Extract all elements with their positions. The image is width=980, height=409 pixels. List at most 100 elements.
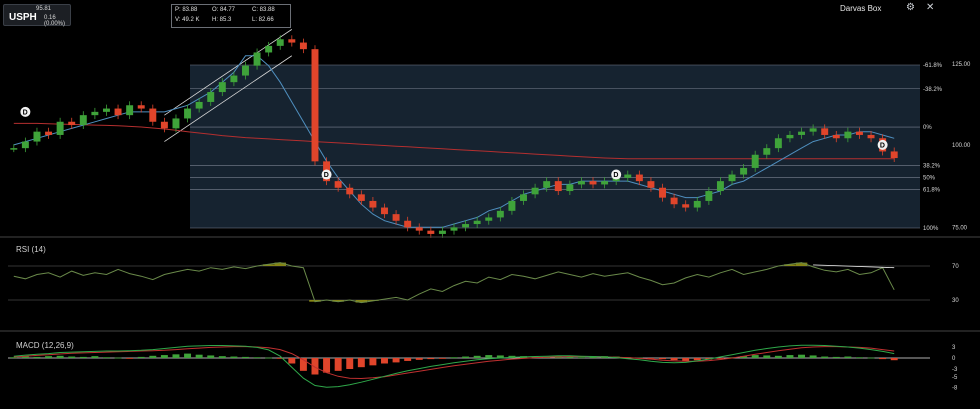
- candle-body: [381, 207, 388, 215]
- macd-histogram-bar: [253, 357, 261, 359]
- macd-histogram-bar: [334, 358, 342, 371]
- price-tick-label: 75.00: [952, 226, 968, 232]
- macd-tick-label: -8: [952, 385, 958, 391]
- macd-histogram-bar: [798, 354, 806, 358]
- rsi-pane: 70 30: [0, 262, 980, 332]
- candle-body: [357, 194, 365, 201]
- macd-histogram-bar: [786, 355, 794, 358]
- price-tick-label: 100.00: [952, 143, 971, 149]
- candle-body: [276, 39, 284, 46]
- chart-canvas: -61.8% -38.2% 0% 38.2% 50% 61.8% 100% 125.00 100…: [0, 29, 980, 391]
- macd-histogram-bar: [415, 358, 423, 360]
- candle-body: [589, 181, 597, 185]
- candle-body: [369, 200, 377, 208]
- candle-body: [218, 82, 226, 93]
- macd-tick-label: 0: [952, 356, 956, 362]
- macd-histogram-bar: [450, 357, 458, 359]
- macd-histogram-bar: [10, 357, 18, 359]
- candle-body: [543, 181, 551, 188]
- candle-body: [670, 197, 678, 205]
- candle-body: [647, 181, 655, 188]
- macd-histogram-bar: [659, 358, 666, 360]
- fib-level-label: 100%: [923, 226, 939, 232]
- macd-tick-label: -5: [952, 375, 958, 381]
- candle-body: [844, 131, 852, 139]
- candle-body: [786, 134, 794, 139]
- candle-body: [427, 230, 435, 234]
- candle-body: [172, 118, 180, 129]
- macd-tick-label: -3: [952, 367, 958, 373]
- macd-histogram-bar: [855, 357, 863, 359]
- macd-histogram-bar: [149, 355, 157, 358]
- candle-body: [821, 128, 829, 135]
- macd-histogram-bar: [91, 356, 99, 358]
- candle-body: [601, 181, 609, 185]
- candle-body: [809, 128, 817, 132]
- candle-body: [798, 131, 806, 135]
- candle-body: [855, 131, 863, 135]
- candle-body: [520, 194, 527, 201]
- macd-histogram-bar: [56, 355, 64, 358]
- rsi-tick-label: 30: [952, 298, 959, 304]
- candle-body: [137, 105, 145, 109]
- macd-histogram-bar: [867, 357, 875, 359]
- candle-body: [311, 49, 319, 162]
- macd-histogram-bar: [751, 355, 759, 358]
- candle-body: [392, 214, 400, 221]
- macd-histogram-bar: [809, 355, 817, 358]
- macd-histogram-bar: [45, 356, 53, 358]
- macd-histogram-bar: [682, 358, 690, 361]
- candle-body: [705, 191, 713, 201]
- candle-body: [496, 210, 504, 218]
- candle-body: [462, 224, 470, 228]
- rsi-title: RSI (14): [16, 245, 46, 254]
- fib-level-label: -61.8%: [923, 63, 943, 69]
- macd-histogram-bar: [774, 355, 782, 358]
- macd-histogram-bar: [160, 355, 168, 358]
- candle-body: [473, 220, 481, 225]
- candle-body: [682, 204, 690, 208]
- candle-body: [195, 101, 203, 109]
- candle-body: [531, 187, 539, 195]
- macd-histogram-bar: [33, 356, 41, 358]
- rsi-line: [13, 262, 895, 304]
- candle-body: [33, 131, 41, 142]
- macd-histogram-bar: [288, 358, 296, 364]
- candle-body: [288, 39, 296, 43]
- candle-body: [126, 105, 134, 116]
- macd-histogram-bar: [462, 356, 470, 358]
- candle-body: [207, 92, 215, 102]
- macd-histogram-bar: [404, 358, 412, 361]
- event-marker-label: D: [613, 172, 618, 179]
- macd-histogram-bar: [381, 358, 388, 364]
- candle-body: [659, 187, 666, 198]
- macd-histogram-bar: [346, 358, 354, 369]
- macd-histogram-bar: [438, 358, 446, 359]
- candle-body: [334, 181, 342, 188]
- macd-histogram-bar: [832, 356, 840, 358]
- candle-body: [242, 65, 249, 76]
- fib-level-label: 50%: [923, 176, 936, 182]
- fib-zone: [190, 65, 920, 228]
- macd-histogram-bar: [114, 357, 122, 359]
- macd-histogram-bar: [172, 354, 180, 358]
- candle-body: [635, 174, 643, 182]
- rsi-tick-label: 70: [952, 264, 959, 270]
- candle-body: [415, 227, 423, 231]
- macd-histogram-bar: [670, 358, 678, 361]
- candle-body: [149, 108, 157, 122]
- macd-line: [13, 344, 895, 388]
- macd-histogram-bar: [323, 358, 331, 373]
- candle-body: [404, 220, 412, 228]
- candle-body: [450, 227, 458, 231]
- event-marker-label: D: [23, 109, 28, 116]
- candle-body: [751, 154, 759, 168]
- candle-body: [867, 134, 875, 139]
- candle-body: [56, 121, 64, 135]
- macd-pane: 3 0 -3 -5 -8: [8, 344, 958, 391]
- macd-histogram-bar: [427, 358, 435, 360]
- candle-body: [102, 108, 110, 112]
- candle-body: [693, 200, 701, 208]
- macd-histogram-bar: [357, 358, 365, 368]
- candle-body: [230, 75, 238, 83]
